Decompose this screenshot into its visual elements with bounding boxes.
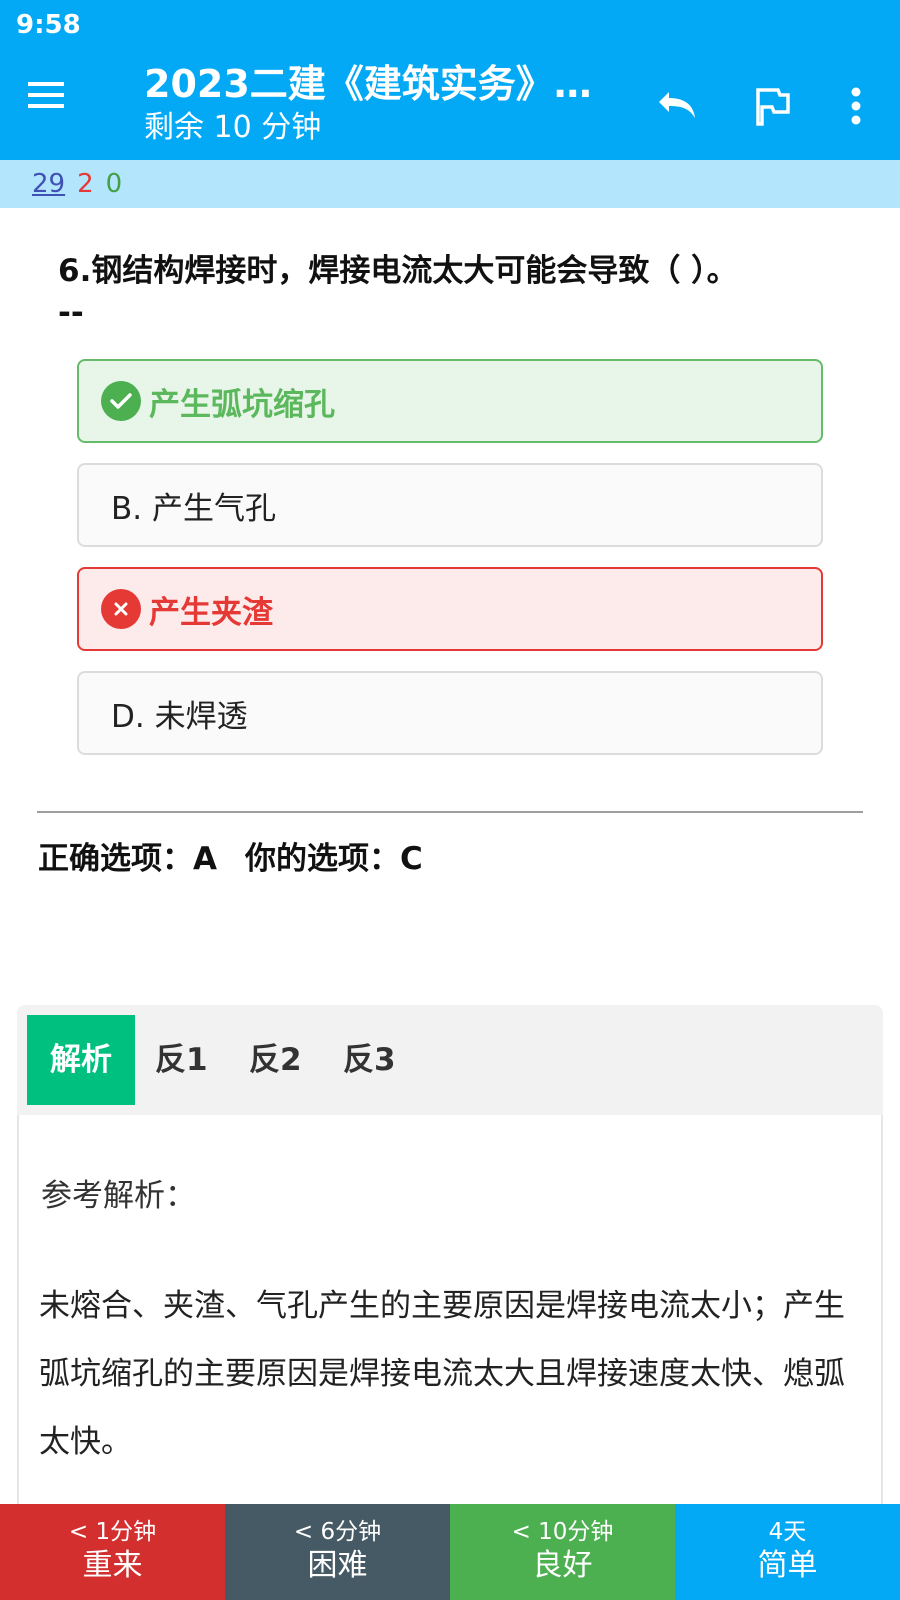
option-label: 产生弧坑缩孔 bbox=[149, 386, 335, 423]
question-text-block: 6.钢结构焊接时，焊接电流太大可能会导致（ ）。 -- bbox=[58, 250, 848, 334]
rate-label: 重来 bbox=[82, 1548, 143, 1583]
your-answer: 你的选项：C bbox=[245, 841, 423, 877]
option-b[interactable]: B. 产生气孔 bbox=[77, 463, 823, 547]
explanation-tabs: 解析 反1 反2 反3 bbox=[17, 1005, 883, 1115]
wrong-count: 2 bbox=[77, 169, 94, 199]
close-circle-icon bbox=[101, 589, 141, 629]
tab-feedback-2[interactable]: 反2 bbox=[249, 1015, 302, 1105]
rate-interval: < 1分钟 bbox=[68, 1519, 157, 1545]
rate-again-button[interactable]: < 1分钟 重来 bbox=[0, 1504, 225, 1600]
rate-hard-button[interactable]: < 6分钟 困难 bbox=[225, 1504, 450, 1600]
correct-answer: 正确选项：A bbox=[38, 841, 217, 877]
option-label: 产生夹渣 bbox=[149, 594, 273, 631]
flag-button[interactable] bbox=[744, 78, 800, 134]
rating-bar: < 1分钟 重来 < 6分钟 困难 < 10分钟 良好 4天 简单 bbox=[0, 1504, 900, 1600]
tab-feedback-1[interactable]: 反1 bbox=[155, 1015, 208, 1105]
question-text: 6.钢结构焊接时，焊接电流太大可能会导致（ ）。 bbox=[58, 253, 738, 289]
divider bbox=[37, 811, 863, 813]
explanation-body: 未熔合、夹渣、气孔产生的主要原因是焊接电流太小；产生弧坑缩孔的主要原因是焊接电流… bbox=[39, 1288, 845, 1460]
rate-interval: < 6分钟 bbox=[293, 1519, 382, 1545]
rate-label: 简单 bbox=[757, 1548, 818, 1583]
option-label: D. 未焊透 bbox=[111, 698, 248, 735]
check-circle-icon bbox=[101, 381, 141, 421]
menu-button[interactable] bbox=[26, 78, 86, 128]
explanation-heading: 参考解析： bbox=[41, 1178, 196, 1214]
correct-count: 0 bbox=[105, 169, 123, 199]
option-c[interactable]: 产生夹渣 bbox=[77, 567, 823, 651]
title-block: 2023二建《建筑实务》… 剩余 10 分钟 bbox=[144, 60, 594, 148]
rate-easy-button[interactable]: 4天 简单 bbox=[675, 1504, 900, 1600]
undo-icon bbox=[659, 92, 695, 118]
answer-summary: 正确选项：A 你的选项：C bbox=[38, 838, 423, 880]
option-label: B. 产生气孔 bbox=[111, 490, 276, 527]
total-count-link[interactable]: 29 bbox=[32, 169, 65, 199]
status-time: 9:58 bbox=[16, 10, 81, 40]
page-title: 2023二建《建筑实务》… bbox=[144, 62, 592, 106]
rate-interval: < 10分钟 bbox=[511, 1519, 614, 1545]
rate-label: 困难 bbox=[307, 1548, 368, 1583]
rate-interval: 4天 bbox=[768, 1519, 807, 1545]
rate-label: 良好 bbox=[532, 1548, 593, 1583]
time-remaining: 剩余 10 分钟 bbox=[144, 110, 322, 145]
menu-icon bbox=[28, 82, 64, 108]
option-d[interactable]: D. 未焊透 bbox=[77, 671, 823, 755]
option-a[interactable]: 产生弧坑缩孔 bbox=[77, 359, 823, 443]
rate-good-button[interactable]: < 10分钟 良好 bbox=[450, 1504, 675, 1600]
progress-counters: 29 2 0 bbox=[0, 160, 900, 208]
question-suffix: -- bbox=[58, 295, 84, 331]
more-vert-icon bbox=[851, 87, 861, 125]
app-bar: 9:58 2023二建《建筑实务》… 剩余 10 分钟 bbox=[0, 0, 900, 160]
options-list: 产生弧坑缩孔 B. 产生气孔 产生夹渣 D. 未焊透 bbox=[77, 359, 823, 775]
flag-icon bbox=[756, 88, 790, 126]
undo-button[interactable] bbox=[648, 78, 704, 134]
tab-feedback-3[interactable]: 反3 bbox=[343, 1015, 396, 1105]
more-options-button[interactable] bbox=[828, 78, 884, 134]
tab-analysis[interactable]: 解析 bbox=[27, 1015, 135, 1105]
